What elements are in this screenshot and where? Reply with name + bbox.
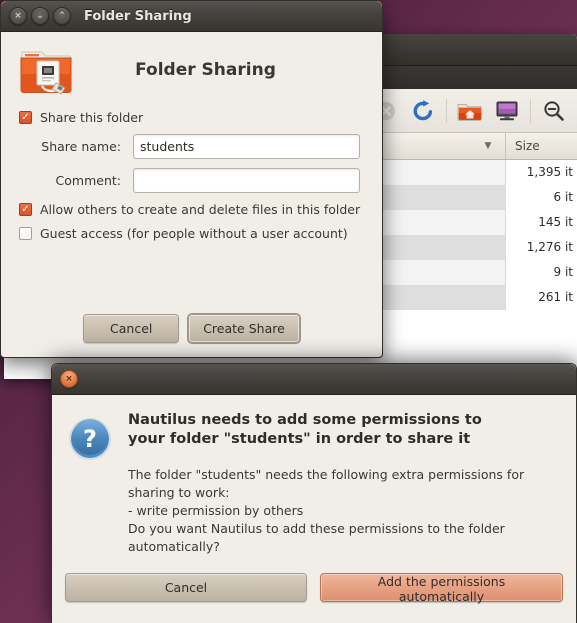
allow-others-checkbox[interactable]: ✓ Allow others to create and delete file…	[19, 202, 368, 217]
comment-label: Comment:	[55, 173, 121, 188]
add-permissions-button[interactable]: Add the permissions automatically	[320, 573, 563, 604]
dialog-secondary-text: The folder "students" needs the followin…	[128, 466, 525, 555]
sort-arrow-icon[interactable]: ▼	[471, 141, 505, 151]
share-name-row: Share name:	[15, 134, 368, 159]
comment-input[interactable]	[133, 168, 360, 193]
permissions-action-bar: Cancel Add the permissions automatically	[52, 573, 576, 604]
question-glyph: ?	[83, 425, 97, 453]
minimize-button[interactable]: ⌄	[31, 7, 49, 25]
shared-folder-icon	[15, 44, 77, 96]
check-icon: ✓	[21, 111, 30, 123]
allow-others-label: Allow others to create and delete files …	[40, 202, 361, 217]
checkbox-box[interactable]: ✓	[19, 203, 32, 216]
permissions-dialog[interactable]: × ? Nautilus needs to add some permissio…	[51, 363, 577, 623]
checkbox-box[interactable]	[19, 227, 32, 240]
folder-sharing-titlebar: × ⌄ ⌃ Folder Sharing	[1, 1, 382, 32]
share-this-folder-label: Share this folder	[40, 110, 144, 125]
computer-icon[interactable]	[490, 94, 524, 128]
file-size-cell: 1,395 it	[505, 160, 577, 185]
folder-sharing-dialog[interactable]: × ⌄ ⌃ Folder Sharing Folder Sharing ✓ Sh…	[0, 0, 383, 358]
checkbox-box[interactable]: ✓	[19, 111, 32, 124]
dialog-primary-text: Nautilus needs to add some permissions t…	[128, 412, 482, 448]
toolbar-separator-2	[530, 98, 531, 123]
check-icon: ✓	[21, 203, 30, 215]
file-size-cell: 261 it	[505, 285, 577, 310]
dialog-header: Folder Sharing	[15, 32, 368, 110]
maximize-button[interactable]: ⌃	[53, 7, 71, 25]
close-button[interactable]: ×	[9, 7, 27, 25]
create-share-button[interactable]: Create Share	[188, 314, 300, 343]
guest-access-checkbox[interactable]: Guest access (for people without a user …	[19, 226, 368, 241]
dialog-action-bar: Cancel Create Share	[1, 314, 382, 343]
close-button[interactable]: ×	[60, 370, 78, 388]
share-this-folder-checkbox[interactable]: ✓ Share this folder	[19, 110, 368, 125]
column-header-size[interactable]: Size	[505, 133, 577, 159]
guest-access-label: Guest access (for people without a user …	[40, 226, 348, 241]
zoom-out-icon[interactable]	[537, 94, 571, 128]
share-name-input[interactable]	[133, 134, 360, 159]
cancel-button[interactable]: Cancel	[65, 573, 307, 602]
file-size-cell: 9 it	[505, 260, 577, 285]
share-name-label: Share name:	[41, 139, 121, 154]
file-size-cell: 1,276 it	[505, 235, 577, 260]
window-title: Folder Sharing	[84, 8, 192, 24]
comment-row: Comment:	[15, 168, 368, 193]
home-folder-icon[interactable]	[453, 94, 487, 128]
file-size-cell: 6 it	[505, 185, 577, 210]
question-mark-icon: ?	[66, 411, 122, 556]
reload-icon[interactable]	[406, 94, 440, 128]
permissions-titlebar: ×	[52, 364, 576, 395]
cancel-button[interactable]: Cancel	[83, 314, 180, 343]
file-size-cell: 145 it	[505, 210, 577, 235]
page-title: Folder Sharing	[135, 60, 276, 80]
toolbar-separator	[446, 98, 447, 123]
